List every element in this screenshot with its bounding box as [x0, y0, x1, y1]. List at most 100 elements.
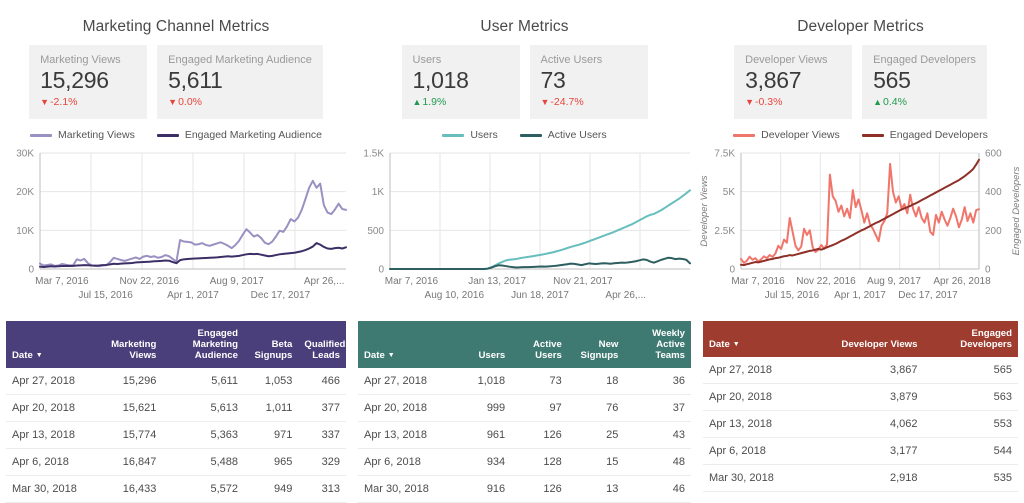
cell-value: 15,621	[97, 394, 163, 422]
cell-value: 961	[454, 421, 512, 449]
kpi-card-engaged-marketing-audience[interactable]: Engaged Marketing Audience 5,611 ▼0.0%	[157, 45, 323, 119]
svg-text:30K: 30K	[16, 149, 34, 160]
data-table-developers[interactable]: Date ▼ Developer Views Engaged Developers A…	[703, 321, 1018, 492]
cell-value: 1,018	[454, 368, 512, 395]
table-row[interactable]: Apr 6, 2018 3,177 544	[703, 437, 1018, 465]
line-chart-svg: 0 500 1K 1.5K Mar 7, 2016 Aug 10, 2016 Jan 13,…	[363, 149, 691, 301]
line-chart-svg: 0 10K 20K 30K Mar 7, 2016 Jul 15, 2016 Nov 22,…	[16, 149, 347, 301]
table-row[interactable]: Apr 13, 2018 961 126 25 43	[358, 421, 691, 449]
cell-value: 2,918	[822, 464, 924, 492]
cell-value: 73	[511, 368, 568, 395]
table-row[interactable]: Apr 27, 2018 15,296 5,611 1,053 466	[6, 368, 346, 395]
arrow-down-icon: ▼	[168, 97, 178, 107]
cell-value: 4,062	[822, 410, 924, 438]
kpi-card-active-users[interactable]: Active Users 73 ▼-24.7%	[529, 45, 648, 119]
table-row[interactable]: Mar 30, 2018 16,433 5,572 949 313	[6, 475, 346, 503]
svg-text:0: 0	[985, 265, 991, 276]
cell-date: Mar 30, 2018	[6, 475, 98, 503]
page-title-users: User Metrics	[480, 18, 569, 35]
table-header-date[interactable]: Date ▼	[6, 321, 98, 368]
svg-text:20K: 20K	[16, 187, 34, 198]
svg-text:7.5K: 7.5K	[714, 149, 735, 160]
table-row[interactable]: Apr 27, 2018 1,018 73 18 36	[358, 368, 691, 395]
table-header-engaged-marketing-audience[interactable]: Engaged Marketing Audience	[162, 321, 244, 368]
chart-legend-marketing: Marketing Views Engaged Marketing Audien…	[0, 119, 352, 141]
sort-caret-icon[interactable]: ▼	[36, 352, 43, 359]
svg-text:Apr 26,...: Apr 26,...	[304, 276, 345, 287]
cell-value: 329	[298, 448, 346, 476]
svg-text:Nov 21, 2017: Nov 21, 2017	[553, 276, 613, 287]
svg-text:Nov 22, 2016: Nov 22, 2016	[120, 276, 180, 287]
table-header-row: Date ▼ Developer Views Engaged Developers	[703, 321, 1018, 357]
table-header-new-signups[interactable]: New Signups	[567, 321, 625, 368]
kpi-delta-value: 1.9%	[422, 96, 447, 108]
cell-value: 126	[511, 421, 568, 449]
svg-text:2.5K: 2.5K	[714, 226, 735, 237]
cell-value: 48	[624, 448, 691, 476]
cell-date: Apr 20, 2018	[6, 394, 98, 422]
cell-value: 3,177	[822, 437, 924, 465]
kpi-delta-value: -2.1%	[50, 96, 78, 108]
table-header-date[interactable]: Date ▼	[703, 321, 823, 357]
cell-value: 16,847	[97, 448, 163, 476]
kpi-card-users[interactable]: Users 1,018 ▲1.9%	[401, 45, 520, 119]
chart-legend-users: Users Active Users	[352, 119, 697, 141]
table-row[interactable]: Apr 6, 2018 16,847 5,488 965 329	[6, 448, 346, 476]
arrow-down-icon: ▼	[40, 97, 50, 107]
table-header-active-users[interactable]: Active Users	[511, 321, 568, 368]
kpi-delta: ▼-0.3%	[745, 95, 841, 109]
kpi-delta-value: -0.3%	[755, 96, 783, 108]
kpi-card-developer-views[interactable]: Developer Views 3,867 ▼-0.3%	[734, 45, 853, 119]
panel-marketing-channel-metrics: Marketing Channel Metrics Marketing View…	[0, 0, 352, 503]
kpi-card-engaged-developers[interactable]: Engaged Developers 565 ▲0.4%	[862, 45, 987, 119]
table-header-users[interactable]: Users	[454, 321, 512, 368]
kpi-card-marketing-views[interactable]: Marketing Views 15,296 ▼-2.1%	[29, 45, 148, 119]
chart-user-metrics[interactable]: 0 500 1K 1.5K Mar 7, 2016 Aug 10, 2016 Jan 13,…	[352, 139, 697, 315]
table-header-developer-views[interactable]: Developer Views	[822, 321, 924, 357]
table-header-weekly-active-teams[interactable]: Weekly Active Teams	[624, 321, 691, 368]
kpi-label: Marketing Views	[40, 54, 121, 66]
table-row[interactable]: Apr 13, 2018 4,062 553	[703, 410, 1018, 438]
kpi-row-users: Users 1,018 ▲1.9% Active Users 73 ▼-24.7…	[352, 36, 697, 119]
sort-caret-icon[interactable]: ▼	[388, 352, 395, 359]
table-row[interactable]: Apr 6, 2018 934 128 15 48	[358, 448, 691, 476]
cell-value: 126	[511, 475, 568, 503]
table-row[interactable]: Apr 20, 2018 15,621 5,613 1,011 377	[6, 394, 346, 422]
cell-value: 934	[454, 448, 512, 476]
sort-caret-icon[interactable]: ▼	[733, 341, 740, 348]
table-row[interactable]: Apr 20, 2018 3,879 563	[703, 383, 1018, 411]
table-header-marketing-views[interactable]: Marketing Views	[97, 321, 163, 368]
data-table-marketing[interactable]: Date ▼ Marketing Views Engaged Marketing Au…	[6, 321, 346, 503]
table-row[interactable]: Mar 30, 2018 2,918 535	[703, 464, 1018, 492]
table-row[interactable]: Apr 27, 2018 3,867 565	[703, 357, 1018, 384]
kpi-row-developers: Developer Views 3,867 ▼-0.3% Engaged Dev…	[697, 36, 1024, 119]
svg-text:Jan 13, 2017: Jan 13, 2017	[468, 276, 526, 287]
table-header-date[interactable]: Date ▼	[358, 321, 455, 368]
table-header-engaged-developers[interactable]: Engaged Developers	[923, 321, 1018, 357]
kpi-delta: ▼0.0%	[168, 95, 312, 109]
cell-value: 949	[243, 475, 299, 503]
cell-value: 5,611	[162, 368, 244, 395]
table-row[interactable]: Apr 13, 2018 15,774 5,363 971 337	[6, 421, 346, 449]
cell-value: 1,011	[243, 394, 299, 422]
kpi-value: 3,867	[745, 67, 802, 93]
cell-date: Apr 27, 2018	[703, 357, 823, 384]
kpi-value: 1,018	[412, 67, 469, 93]
chart-marketing-channel[interactable]: 0 10K 20K 30K Mar 7, 2016 Jul 15, 2016 Nov 22,…	[0, 139, 352, 315]
arrow-down-icon: ▼	[540, 97, 550, 107]
table-header-beta-signups[interactable]: Beta Signups	[243, 321, 299, 368]
table-row[interactable]: Mar 30, 2018 916 126 13 46	[358, 475, 691, 503]
kpi-value: 5,611	[168, 67, 223, 93]
cell-value: 544	[923, 437, 1018, 465]
svg-text:Apr 1, 2017: Apr 1, 2017	[834, 290, 886, 301]
cell-value: 128	[511, 448, 568, 476]
kpi-label: Active Users	[540, 54, 603, 66]
svg-text:Mar 7, 2016: Mar 7, 2016	[35, 276, 89, 287]
data-table-users[interactable]: Date ▼ Users Active Users New Signups Weekly …	[358, 321, 691, 503]
chart-developer-metrics[interactable]: 0 2.5K 5K 7.5K 0 200 400 600 Developer Views Enga…	[697, 139, 1024, 315]
kpi-label: Users	[412, 54, 442, 66]
table-header-qualified-leads[interactable]: Qualified Leads	[298, 321, 346, 368]
cell-value: 37	[624, 394, 691, 422]
cell-value: 916	[454, 475, 512, 503]
table-row[interactable]: Apr 20, 2018 999 97 76 37	[358, 394, 691, 422]
